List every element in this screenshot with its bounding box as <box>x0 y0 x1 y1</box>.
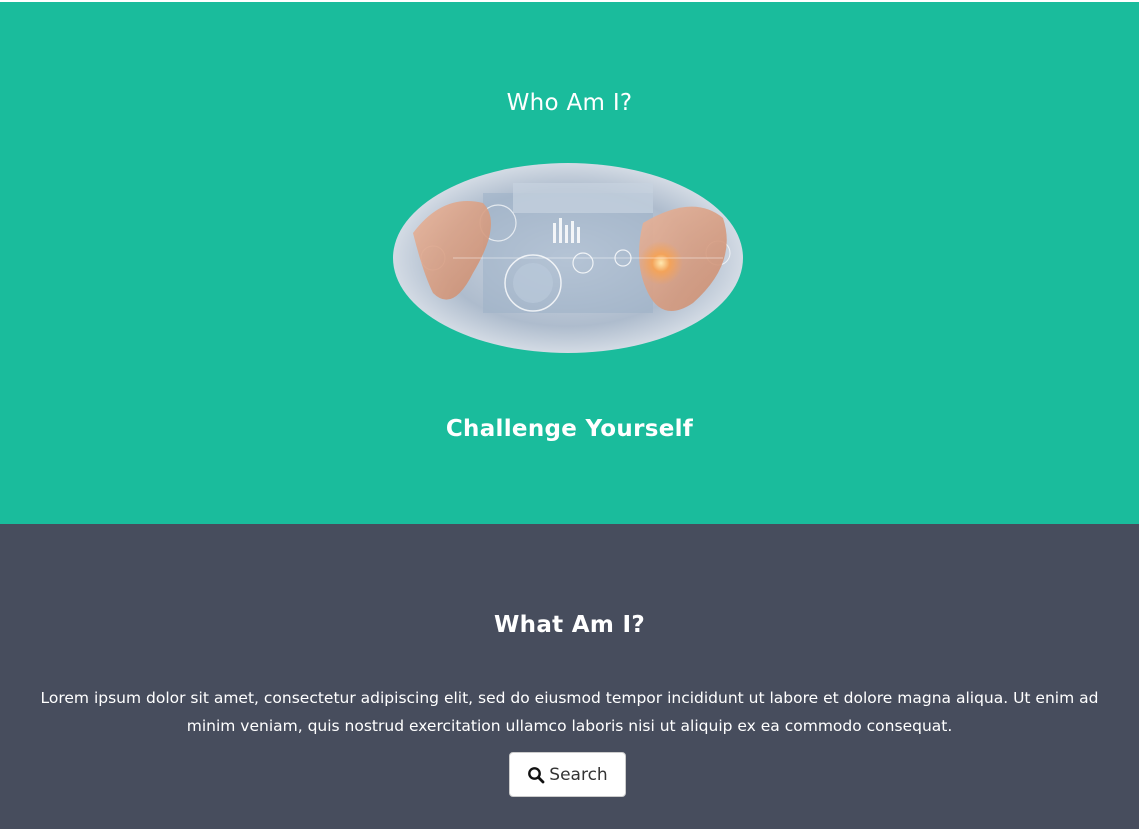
about-text: Lorem ipsum dolor sit amet, consectetur … <box>40 689 1099 735</box>
about-title: What Am I? <box>494 612 645 638</box>
hero-subtitle: Challenge Yourself <box>445 416 694 442</box>
hero-section: Who Am I? Challenge Yourself <box>0 2 1139 524</box>
search-icon <box>527 766 545 784</box>
search-button[interactable]: Search <box>509 752 626 797</box>
hero-image <box>393 163 743 353</box>
hands-holographic-image <box>393 163 743 353</box>
hero-title: Who Am I? <box>506 90 633 116</box>
about-section: What Am I? Lorem ipsum dolor sit amet, c… <box>0 524 1139 829</box>
search-button-label: Search <box>549 764 608 785</box>
